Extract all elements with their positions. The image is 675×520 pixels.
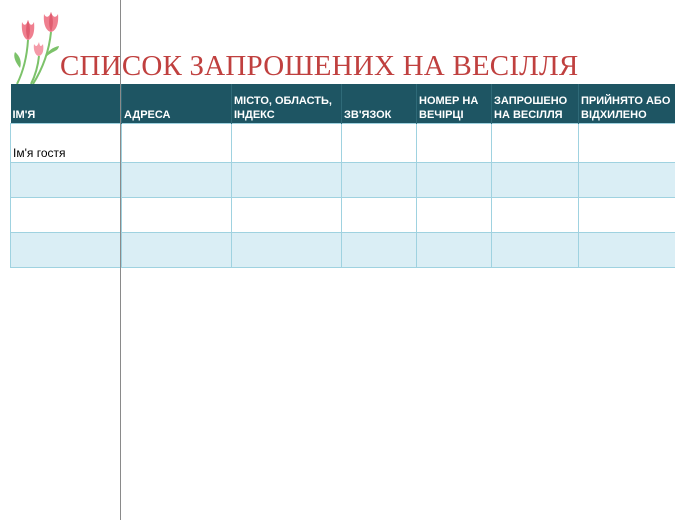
table-cell[interactable] xyxy=(416,197,492,233)
table-cell[interactable] xyxy=(121,123,232,163)
table-cell[interactable] xyxy=(341,197,417,233)
table-cell[interactable] xyxy=(10,162,122,198)
page-break-line xyxy=(120,0,121,520)
table-cell[interactable] xyxy=(491,123,579,163)
table-cell[interactable] xyxy=(121,197,232,233)
table-cell[interactable] xyxy=(491,162,579,198)
table-header-row: ІМ'Я АДРЕСА МІСТО, ОБЛАСТЬ, ІНДЕКС ЗВ'ЯЗ… xyxy=(10,84,675,124)
table-cell[interactable] xyxy=(121,232,232,268)
table-cell[interactable] xyxy=(578,197,675,233)
table-cell[interactable] xyxy=(231,123,342,163)
table-row xyxy=(10,232,675,268)
table-cell[interactable] xyxy=(416,162,492,198)
column-header-party-number[interactable]: НОМЕР НА ВЕЧІРЦІ xyxy=(416,84,492,124)
table-cell[interactable] xyxy=(578,232,675,268)
table-cell[interactable] xyxy=(578,123,675,163)
column-header-city-region-zip[interactable]: МІСТО, ОБЛАСТЬ, ІНДЕКС xyxy=(231,84,342,124)
table-cell[interactable] xyxy=(416,123,492,163)
guest-list-table: ІМ'Я АДРЕСА МІСТО, ОБЛАСТЬ, ІНДЕКС ЗВ'ЯЗ… xyxy=(10,84,675,268)
table-cell[interactable] xyxy=(491,232,579,268)
table-row xyxy=(10,162,675,198)
tulip-flowers-icon xyxy=(14,12,59,85)
table-cell[interactable]: Ім'я гостя xyxy=(10,123,122,163)
column-header-address[interactable]: АДРЕСА xyxy=(121,84,232,124)
table-cell[interactable] xyxy=(231,162,342,198)
document-page: СПИСОК ЗАПРОШЕНИХ НА ВЕСІЛЛЯ ІМ'Я АДРЕСА… xyxy=(0,0,675,520)
table-cell[interactable] xyxy=(341,123,417,163)
column-header-invited[interactable]: ЗАПРОШЕНО НА ВЕСІЛЛЯ xyxy=(491,84,579,124)
table-cell[interactable] xyxy=(121,162,232,198)
table-cell[interactable] xyxy=(491,197,579,233)
table-cell[interactable] xyxy=(231,197,342,233)
table-cell[interactable] xyxy=(416,232,492,268)
table-cell[interactable] xyxy=(341,162,417,198)
table-row: Ім'я гостя xyxy=(10,123,675,163)
column-header-accepted-declined[interactable]: ПРИЙНЯТО АБО ВІДХИЛЕНО xyxy=(578,84,675,124)
table-cell[interactable] xyxy=(10,197,122,233)
table-cell[interactable] xyxy=(231,232,342,268)
table-cell[interactable] xyxy=(578,162,675,198)
column-header-name[interactable]: ІМ'Я xyxy=(10,84,122,124)
table-cell[interactable] xyxy=(10,232,122,268)
table-row xyxy=(10,197,675,233)
page-title: СПИСОК ЗАПРОШЕНИХ НА ВЕСІЛЛЯ xyxy=(60,50,579,82)
column-header-relation[interactable]: ЗВ'ЯЗОК xyxy=(341,84,417,124)
table-cell[interactable] xyxy=(341,232,417,268)
